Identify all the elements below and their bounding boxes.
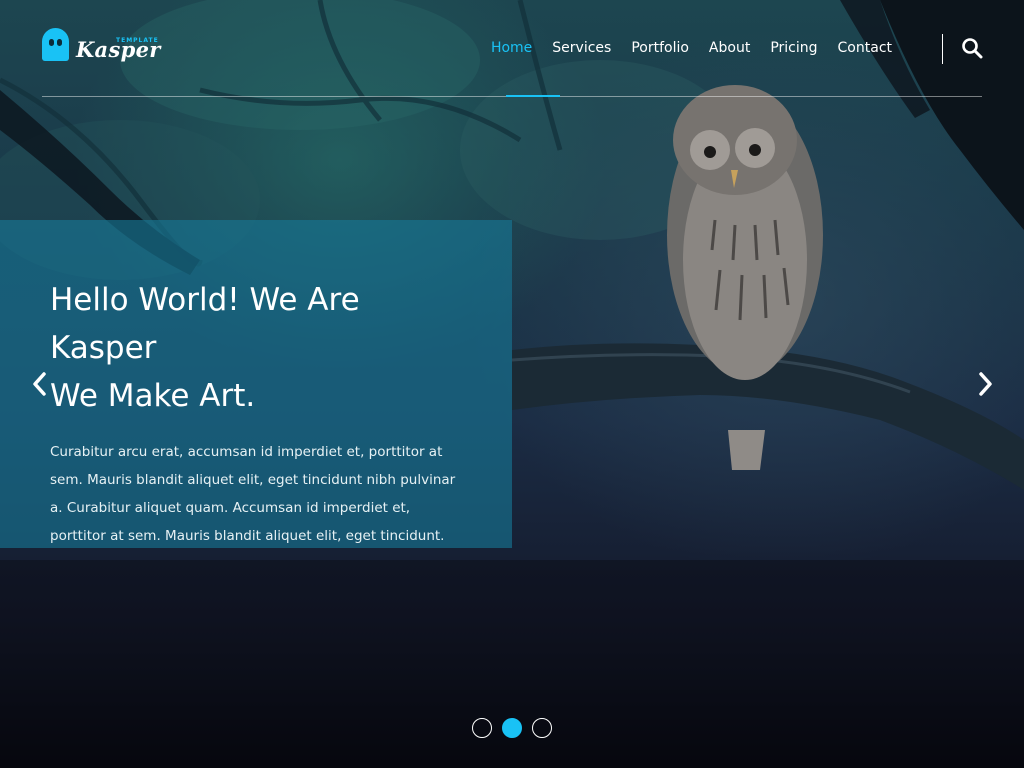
nav-item-services[interactable]: Services xyxy=(542,38,621,58)
slider-dot-1[interactable] xyxy=(472,718,492,738)
slide-heading-line2: We Make Art. xyxy=(50,378,256,414)
slide-body: Curabitur arcu erat, accumsan id imperdi… xyxy=(50,444,456,544)
slider-dot-3[interactable] xyxy=(532,718,552,738)
nav-item-pricing[interactable]: Pricing xyxy=(760,38,827,58)
nav-item-portfolio[interactable]: Portfolio xyxy=(621,38,699,58)
slide-heading-line1: Hello World! We Are Kasper xyxy=(50,282,360,366)
slider-dot-2[interactable] xyxy=(502,718,522,738)
nav-divider xyxy=(942,34,943,64)
main-nav: Home Services Portfolio About Pricing Co… xyxy=(481,38,902,58)
slide-heading: Hello World! We Are Kasper We Make Art. xyxy=(50,276,472,420)
brand-logo[interactable]: TEMPLATE Kasper xyxy=(42,28,162,68)
slider-pagination xyxy=(472,718,552,738)
ghost-logo-icon xyxy=(42,28,69,61)
slide-caption: Hello World! We Are Kasper We Make Art. … xyxy=(0,220,512,548)
chevron-right-icon[interactable] xyxy=(975,370,995,398)
chevron-left-icon[interactable] xyxy=(30,370,50,398)
nav-item-about[interactable]: About xyxy=(699,38,760,58)
nav-item-home[interactable]: Home xyxy=(481,38,542,58)
nav-active-indicator xyxy=(506,95,560,97)
nav-item-contact[interactable]: Contact xyxy=(828,38,902,58)
search-icon[interactable] xyxy=(961,37,983,59)
hero-slider: TEMPLATE Kasper Home Services Portfolio … xyxy=(0,0,1024,768)
brand-name: Kasper xyxy=(76,37,161,62)
